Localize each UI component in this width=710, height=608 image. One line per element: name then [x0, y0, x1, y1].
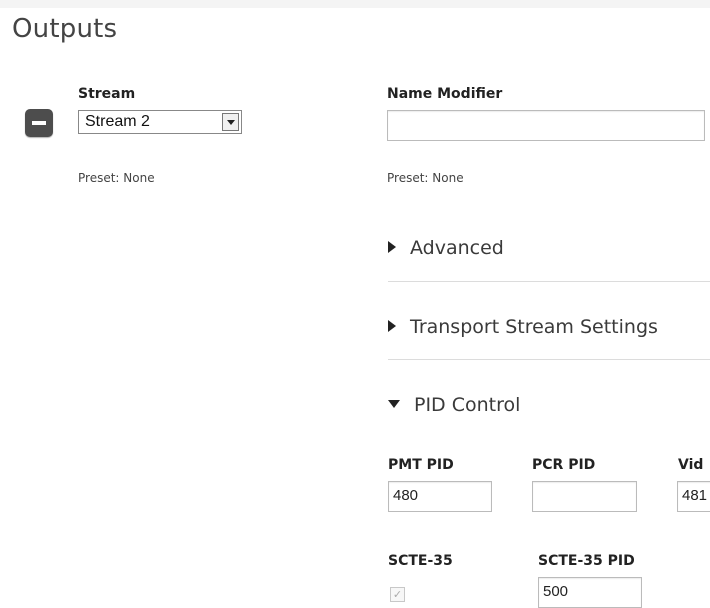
scte35-checkbox[interactable]: ✓	[390, 587, 405, 602]
video-pid-label: Vid	[678, 457, 704, 473]
pcr-pid-label: PCR PID	[532, 457, 596, 473]
pmt-pid-value: 480	[393, 487, 419, 504]
scte35-pid-input[interactable]: 500	[538, 577, 642, 608]
scte35-label: SCTE-35	[388, 553, 453, 569]
scte35-pid-label: SCTE-35 PID	[538, 553, 635, 569]
pcr-pid-input[interactable]	[532, 481, 637, 512]
stream-select-value: Stream 2	[85, 113, 150, 130]
checkmark-icon: ✓	[392, 588, 403, 601]
video-pid-value: 481	[682, 487, 708, 504]
advanced-section-toggle[interactable]: Advanced	[388, 237, 504, 259]
stream-label: Stream	[78, 86, 136, 102]
advanced-section-label: Advanced	[410, 237, 504, 259]
chevron-down-icon	[226, 119, 235, 125]
name-modifier-label: Name Modifier	[387, 86, 503, 102]
remove-output-button[interactable]	[25, 109, 53, 137]
transport-stream-settings-label: Transport Stream Settings	[410, 316, 658, 338]
divider	[388, 359, 710, 360]
minus-icon	[32, 121, 46, 125]
pmt-pid-input[interactable]: 480	[388, 481, 492, 512]
page-title: Outputs	[12, 14, 118, 44]
caret-right-icon	[388, 240, 396, 253]
caret-right-icon	[388, 319, 396, 332]
name-modifier-input[interactable]	[387, 110, 705, 141]
stream-preset: Preset: None	[78, 171, 155, 185]
pid-control-toggle[interactable]: PID Control	[388, 394, 520, 416]
caret-down-icon	[388, 399, 400, 408]
stream-select[interactable]: Stream 2	[78, 110, 242, 134]
pmt-pid-label: PMT PID	[388, 457, 454, 473]
divider	[388, 281, 710, 282]
pid-control-label: PID Control	[414, 394, 521, 416]
scte35-pid-value: 500	[543, 583, 569, 600]
top-bar	[0, 0, 710, 8]
name-modifier-preset: Preset: None	[387, 171, 464, 185]
stream-select-toggle[interactable]	[222, 113, 239, 131]
transport-stream-settings-toggle[interactable]: Transport Stream Settings	[388, 316, 658, 338]
video-pid-input[interactable]: 481	[677, 481, 710, 512]
